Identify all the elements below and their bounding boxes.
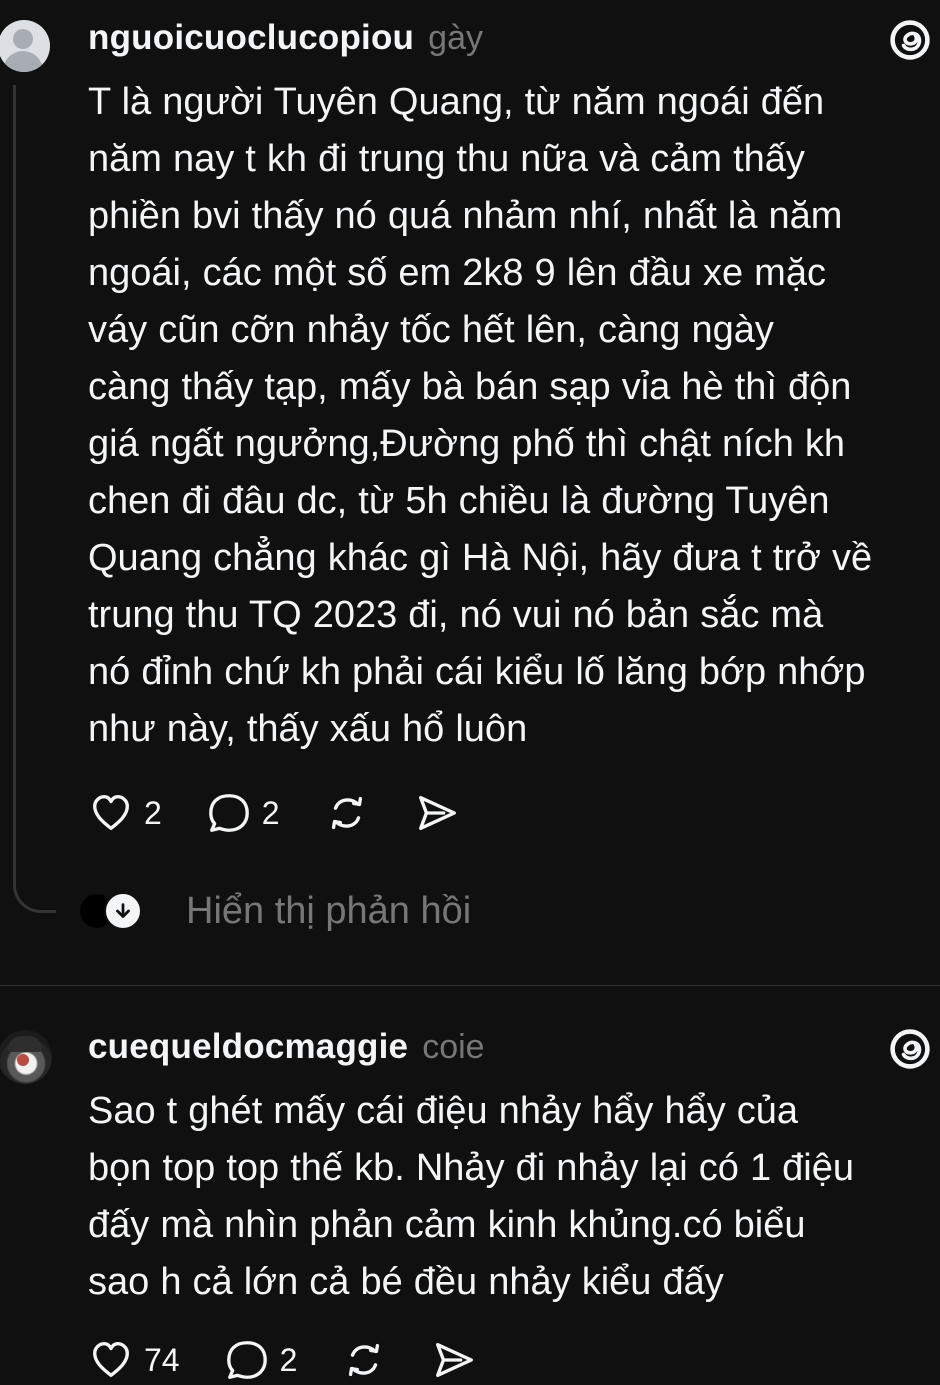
post-body: Sao t ghét mấy cái điệu nhảy hẩy hẩy của… [88,1090,855,1303]
comment-icon [208,794,249,832]
reply-count: 2 [279,1341,298,1378]
thread-post: nguoicuoclucopiou gày T là người Tuyên Q… [0,0,940,985]
avatar-image-detail [17,1054,29,1066]
post-header: nguoicuoclucopiou gày [88,16,483,60]
avatar-person-head-icon [13,29,33,49]
reply-button[interactable]: 2 [206,788,280,838]
repost-button[interactable] [324,788,370,838]
heart-icon [93,1342,129,1378]
avatar[interactable] [0,20,50,72]
arrow-down-icon [116,903,130,918]
threads-logo-icon[interactable] [888,18,932,62]
threads-logo-icon[interactable] [888,1027,932,1071]
username[interactable]: cuequeldocmaggie [88,1027,408,1067]
like-count: 2 [144,794,162,831]
send-icon [436,1342,474,1378]
thread-connector-line [13,85,56,913]
repost-icon [331,796,362,830]
avatar-person-body-icon [3,51,43,72]
show-replies-label: Hiển thị phản hồi [186,889,472,932]
like-count: 74 [144,1341,180,1378]
expand-replies-icon-wrap [104,892,142,930]
thread-post: cuequeldocmaggie coie Sao t ghét mấy cái… [0,985,940,1379]
post-body: T là người Tuyên Quang, từ năm ngoái đến… [88,81,873,750]
avatar-image-detail [8,1036,42,1052]
send-icon [418,795,456,831]
reply-count: 2 [261,794,280,831]
like-button[interactable]: 2 [88,788,162,838]
timestamp: gày [428,18,483,57]
share-button[interactable] [414,788,460,838]
post-actions: 74 2 [88,1335,521,1385]
reply-button[interactable]: 2 [224,1335,298,1385]
timestamp: coie [422,1027,485,1066]
heart-icon [93,795,129,831]
avatar[interactable] [0,1030,52,1084]
like-button[interactable]: 74 [88,1335,180,1385]
post-header: cuequeldocmaggie coie [88,1025,485,1069]
repost-icon [349,1343,380,1377]
repost-button[interactable] [341,1335,387,1385]
post-actions: 2 2 [88,788,504,838]
share-button[interactable] [431,1335,477,1385]
username[interactable]: nguoicuoclucopiou [88,18,414,58]
comment-icon [226,1341,267,1379]
show-replies-button[interactable]: Hiển thị phản hồi [78,885,471,937]
